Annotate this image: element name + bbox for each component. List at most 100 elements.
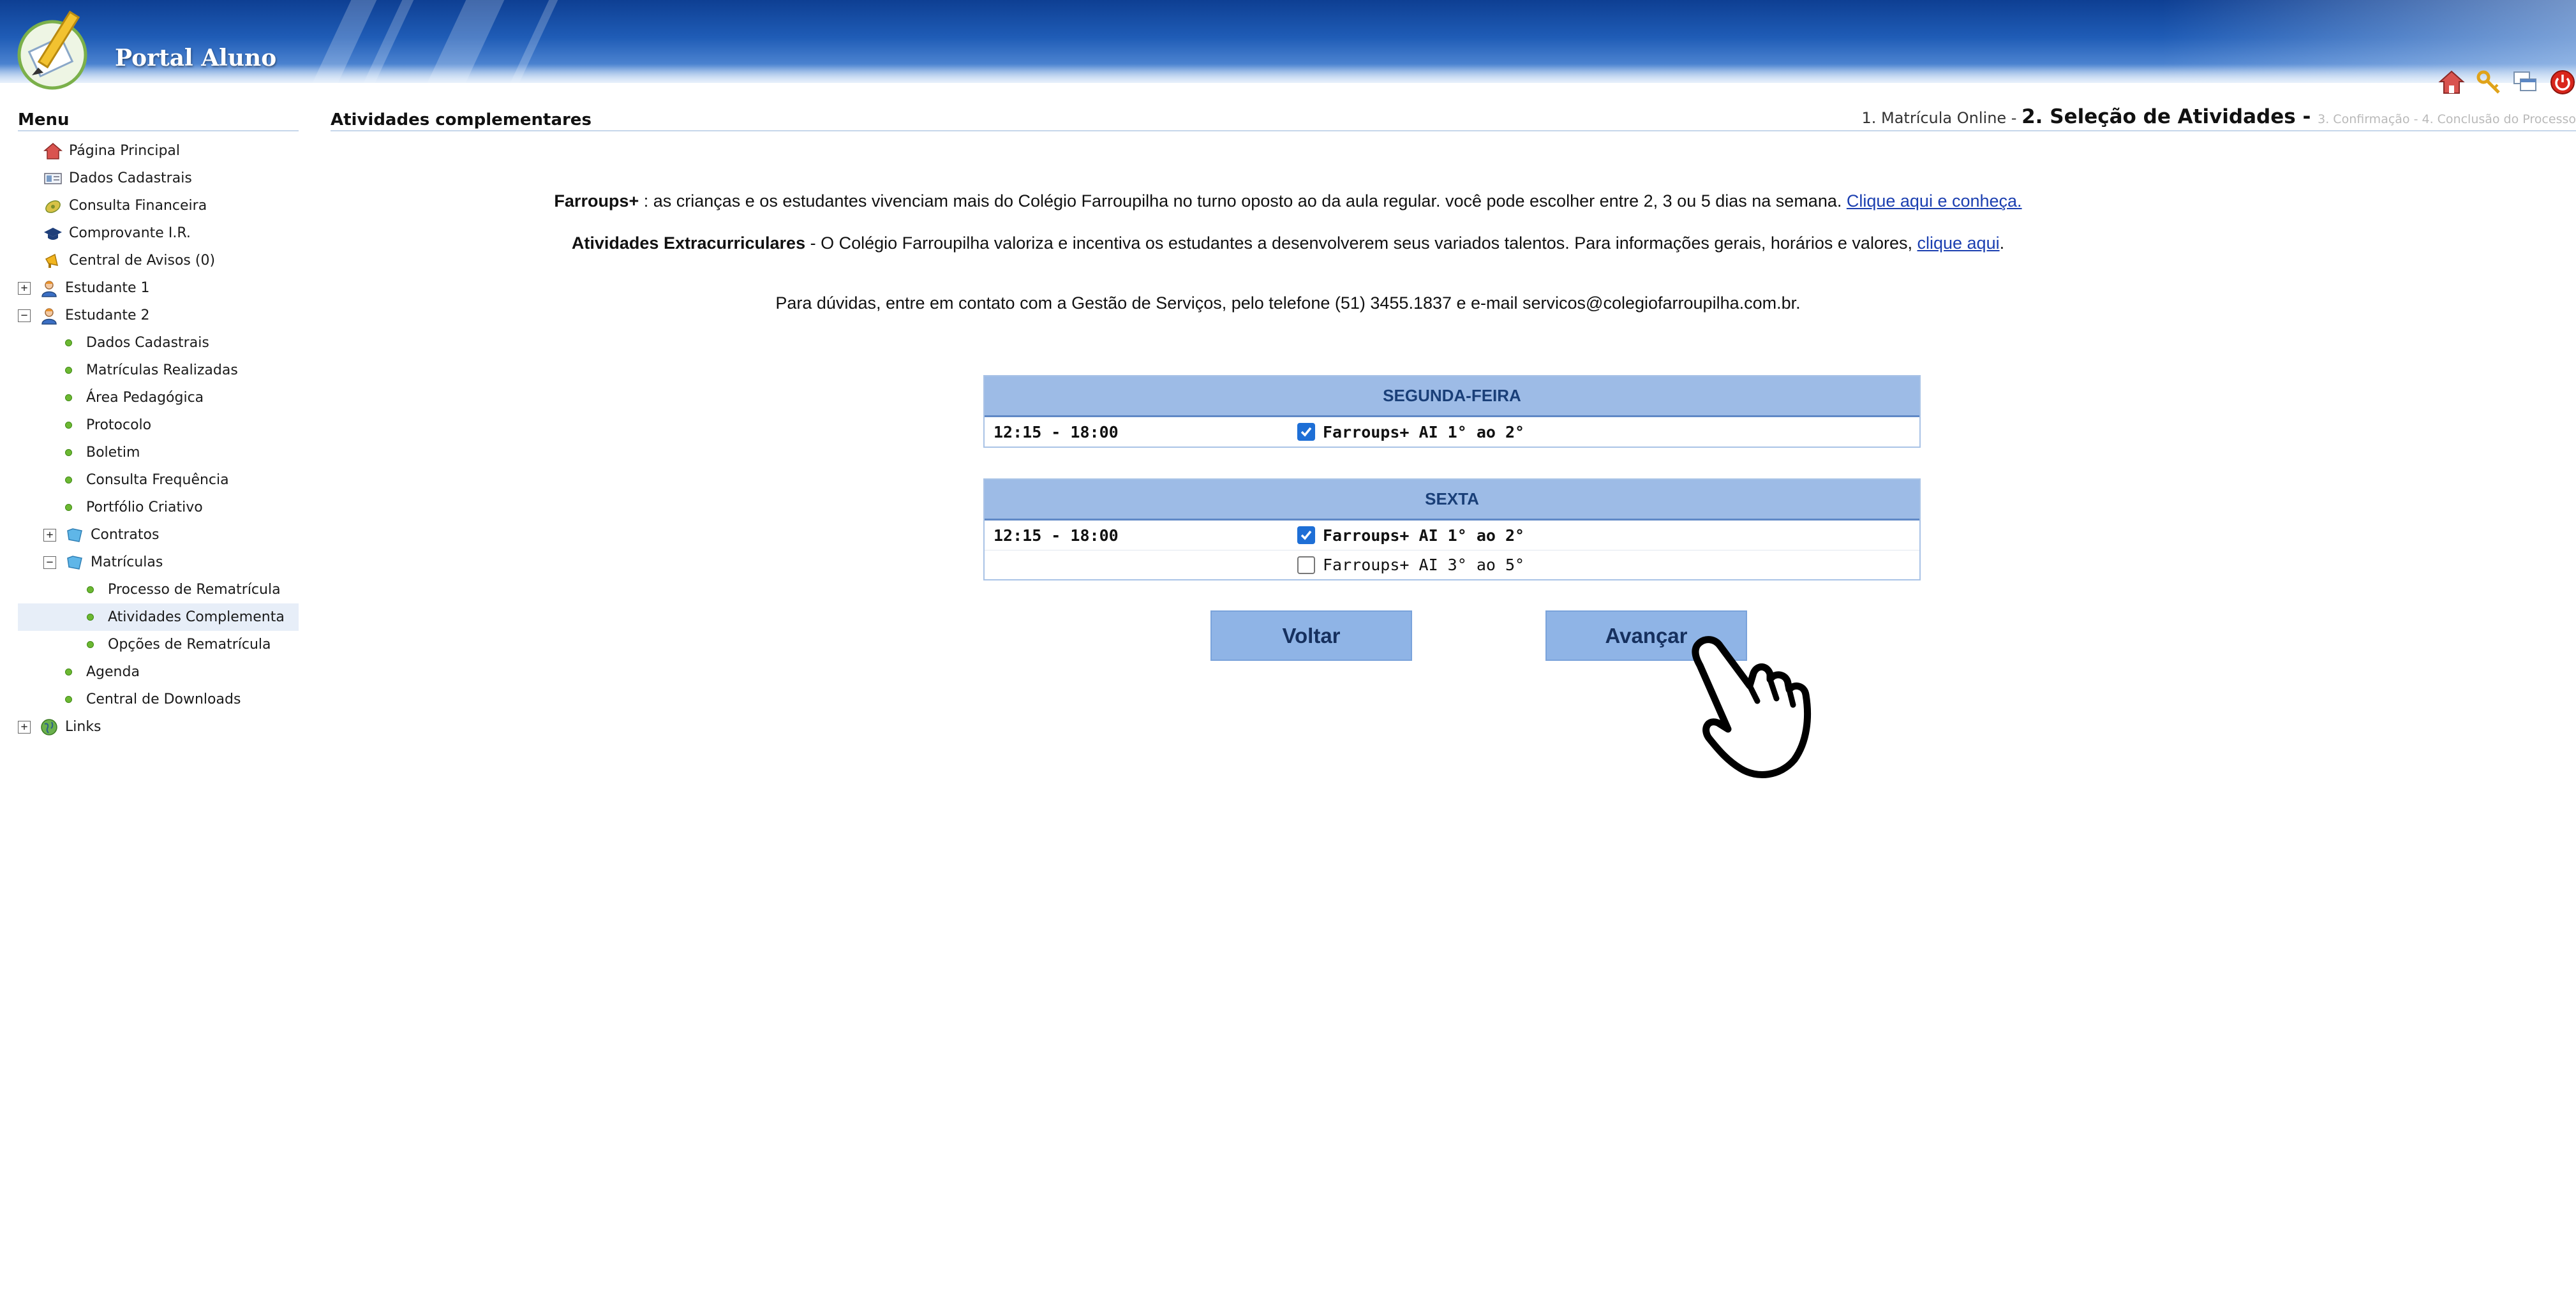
sidebar-item-label: Agenda xyxy=(86,664,140,680)
step-1: 1. Matrícula Online - xyxy=(1861,109,2022,127)
schedule-table-sexta: SEXTA 12:15 - 18:00 Farroups+ AI 1° ao 2… xyxy=(983,478,1921,580)
bullet-icon xyxy=(65,394,72,401)
bullet-icon xyxy=(65,339,72,346)
sidebar-item-label: Opções de Rematrícula xyxy=(108,637,271,653)
folder-icon xyxy=(64,524,86,546)
sidebar-item-label: Central de Downloads xyxy=(86,691,241,707)
portal-logo-icon xyxy=(17,10,87,90)
divider xyxy=(18,130,299,131)
sidebar-item[interactable]: Central de Downloads xyxy=(18,686,299,713)
sidebar-item[interactable]: Área Pedagógica xyxy=(18,384,299,411)
activity-option[interactable]: Farroups+ AI 1° ao 2° xyxy=(1297,423,1524,441)
sidebar-item-label: Processo de Rematrícula xyxy=(108,582,281,598)
sidebar-item-label: Boletim xyxy=(86,445,140,461)
bullet-icon xyxy=(65,367,72,374)
header-banner xyxy=(0,0,2576,83)
sidebar-item-label: Matrículas Realizadas xyxy=(86,362,238,378)
schedule-row: Farroups+ AI 3° ao 5° xyxy=(985,550,1919,579)
sidebar-item[interactable]: − Matrículas xyxy=(18,549,299,576)
activity-checkbox[interactable] xyxy=(1297,526,1315,544)
activity-option[interactable]: Farroups+ AI 1° ao 2° xyxy=(1297,526,1524,545)
schedule-row: 12:15 - 18:00 Farroups+ AI 1° ao 2° xyxy=(985,521,1919,550)
bullet-icon xyxy=(87,614,94,621)
sidebar-item[interactable]: Opções de Rematrícula xyxy=(18,631,299,658)
schedule-table-segunda: SEGUNDA-FEIRA 12:15 - 18:00 Farroups+ AI… xyxy=(983,375,1921,448)
sidebar-item-label: Área Pedagógica xyxy=(86,390,204,406)
id-card-icon xyxy=(42,168,64,189)
bullet-icon xyxy=(87,641,94,648)
sidebar-item[interactable]: + Contratos xyxy=(18,521,299,549)
sidebar-item-label: Central de Avisos (0) xyxy=(69,253,216,269)
bullet-icon xyxy=(65,422,72,429)
activity-checkbox[interactable] xyxy=(1297,423,1315,441)
sidebar-item[interactable]: + Links xyxy=(18,713,299,741)
expand-icon[interactable]: + xyxy=(18,720,31,734)
sidebar-item[interactable]: Boletim xyxy=(18,439,299,466)
sidebar-menu: Página Principal Dados Cadastrais Consulta… xyxy=(18,137,299,741)
day-header: SEGUNDA-FEIRA xyxy=(985,376,1919,417)
bullet-icon xyxy=(65,449,72,456)
bullet-icon xyxy=(87,586,94,593)
sidebar-item-label: Página Principal xyxy=(69,143,181,159)
expand-icon[interactable]: + xyxy=(43,528,56,542)
bullet-icon xyxy=(65,476,72,484)
check-icon xyxy=(1300,427,1312,437)
back-button[interactable]: Voltar xyxy=(1210,610,1412,661)
info-extracurricular-link[interactable]: clique aqui xyxy=(1917,233,1999,253)
check-icon xyxy=(1300,530,1312,540)
info-farroups-title: Farroups+ xyxy=(554,191,639,211)
sidebar-item-label: Atividades Complementa xyxy=(108,609,285,625)
windows-icon[interactable] xyxy=(2512,69,2539,96)
day-header: SEXTA xyxy=(985,480,1919,521)
sidebar-item[interactable]: Atividades Complementa xyxy=(18,603,299,631)
sidebar-item[interactable]: Protocolo xyxy=(18,411,299,439)
info-extracurricular-end: . xyxy=(1999,233,2005,253)
sidebar-item-label: Protocolo xyxy=(86,417,152,433)
activity-option[interactable]: Farroups+ AI 3° ao 5° xyxy=(1297,556,1524,574)
menu-title: Menu xyxy=(18,110,70,129)
page-title: Atividades complementares xyxy=(331,110,592,129)
logout-power-icon[interactable] xyxy=(2549,69,2576,96)
sidebar-item-label: Contratos xyxy=(91,527,160,543)
step-2-current: 2. Seleção de Atividades - xyxy=(2021,105,2318,128)
sidebar-item[interactable]: Página Principal xyxy=(18,137,299,165)
progress-steps: 1. Matrícula Online - 2. Seleção de Ativ… xyxy=(1861,105,2576,128)
expand-icon[interactable]: + xyxy=(18,281,31,295)
sidebar-item[interactable]: Matrículas Realizadas xyxy=(18,357,299,384)
globe-icon xyxy=(38,716,60,738)
sidebar-item-label: Portfólio Criativo xyxy=(86,499,203,515)
info-farroups-link[interactable]: Clique aqui e conheça. xyxy=(1847,191,2022,211)
portal-title[interactable]: Portal Aluno xyxy=(115,45,276,71)
step-3-4: 3. Confirmação - 4. Conclusão do Process… xyxy=(2318,112,2576,126)
sidebar-item[interactable]: Dados Cadastrais xyxy=(18,329,299,357)
bullet-icon xyxy=(65,504,72,511)
sidebar-item[interactable]: Processo de Rematrícula xyxy=(18,576,299,603)
home-icon xyxy=(42,140,64,162)
info-contact: Para dúvidas, entre em contato com a Ges… xyxy=(775,293,1801,313)
activity-checkbox[interactable] xyxy=(1297,556,1315,574)
sidebar-item-label: Dados Cadastrais xyxy=(69,170,192,186)
sidebar-item[interactable]: Agenda xyxy=(18,658,299,686)
folder-icon xyxy=(64,552,86,573)
bullet-icon xyxy=(65,696,72,703)
sidebar-item-label: Consulta Frequência xyxy=(86,472,229,488)
activity-label: Farroups+ AI 1° ao 2° xyxy=(1323,422,1525,441)
sidebar-item[interactable]: Portfólio Criativo xyxy=(18,494,299,521)
home-icon[interactable] xyxy=(2438,69,2465,96)
sidebar-item[interactable]: Consulta Frequência xyxy=(18,466,299,494)
schedule-row: 12:15 - 18:00 Farroups+ AI 1° ao 2° xyxy=(985,417,1919,447)
info-extracurricular: Atividades Extracurriculares - O Colégio… xyxy=(0,233,2576,253)
sidebar-item-label: Matrículas xyxy=(91,554,163,570)
info-extracurricular-title: Atividades Extracurriculares xyxy=(571,233,806,253)
top-toolbar xyxy=(2438,69,2576,101)
bullet-icon xyxy=(65,668,72,676)
collapse-icon[interactable]: − xyxy=(43,556,56,569)
sidebar-item[interactable]: Dados Cadastrais xyxy=(18,165,299,192)
time-slot: 12:15 - 18:00 xyxy=(994,422,1119,441)
activity-label: Farroups+ AI 3° ao 5° xyxy=(1323,556,1525,574)
info-extracurricular-text: - O Colégio Farroupilha valoriza e incen… xyxy=(805,233,1917,253)
key-icon[interactable] xyxy=(2475,69,2502,96)
activity-label: Farroups+ AI 1° ao 2° xyxy=(1323,526,1525,545)
info-farroups: Farroups+ : as crianças e os estudantes … xyxy=(0,191,2576,211)
hand-pointer-cursor-icon xyxy=(1692,636,1812,778)
